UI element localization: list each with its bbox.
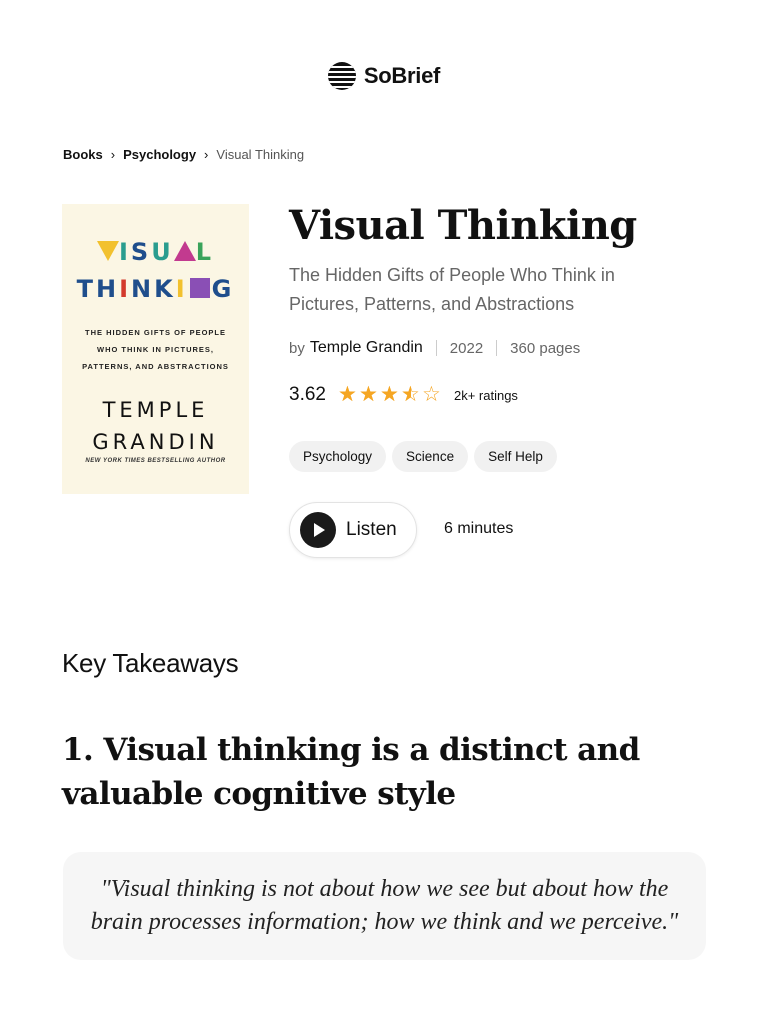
publication-year: 2022 <box>449 339 484 357</box>
chevron-right-icon: › <box>204 147 209 162</box>
star-rating: ☆★☆★☆★☆★☆★ <box>337 383 442 406</box>
book-byline: by Temple Grandin 2022 360 pages <box>289 339 580 357</box>
tag-science[interactable]: Science <box>392 441 469 472</box>
rating-row: 3.62 ☆★☆★☆★☆★☆★ 2k+ ratings <box>289 384 518 406</box>
book-cover: ISU L THINKI G THE HIDDEN GIFTS OF PEOPLE … <box>62 204 249 494</box>
cover-title-line-2: THINKI G <box>76 275 235 303</box>
star-icon: ☆★ <box>358 383 378 406</box>
listen-label: Listen <box>346 519 397 540</box>
by-label: by <box>289 339 305 357</box>
cover-triangle-down-icon <box>96 241 119 261</box>
cover-tagline: NEW YORK TIMES BESTSELLING AUTHOR <box>85 458 226 464</box>
breadcrumb-psychology[interactable]: Psychology <box>123 147 196 162</box>
tag-psychology[interactable]: Psychology <box>289 441 387 472</box>
listen-button[interactable]: Listen <box>289 502 417 558</box>
quote-text: "Visual thinking is not about how we see… <box>90 876 679 935</box>
takeaway-title: 1. Visual thinking is a distinct and val… <box>62 732 640 812</box>
takeaway-quote: "Visual thinking is not about how we see… <box>63 852 706 960</box>
divider <box>435 340 437 356</box>
star-icon: ☆★ <box>421 383 441 406</box>
star-icon: ☆★ <box>379 383 399 406</box>
cover-triangle-up-icon <box>173 241 196 261</box>
key-takeaways-heading: Key Takeaways <box>62 648 239 678</box>
star-icon: ☆★ <box>337 383 357 406</box>
breadcrumb-current: Visual Thinking <box>216 147 305 162</box>
ratings-count: 2k+ ratings <box>453 387 518 403</box>
page-count: 360 pages <box>510 339 581 357</box>
rating-value: 3.62 <box>289 384 326 405</box>
star-icon: ☆★ <box>400 383 420 406</box>
divider <box>496 340 498 356</box>
cover-square-icon <box>189 278 210 298</box>
play-icon <box>300 512 336 548</box>
audio-duration: 6 minutes <box>444 520 514 537</box>
cover-author: TEMPLE GRANDIN <box>92 398 219 454</box>
brand-name[interactable]: SoBrief <box>364 63 440 89</box>
tag-self-help[interactable]: Self Help <box>474 441 557 472</box>
genre-tags: Psychology Science Self Help <box>289 441 557 472</box>
site-header: SoBrief <box>0 62 768 90</box>
book-subtitle: The Hidden Gifts of People Who Think in … <box>289 265 615 314</box>
chevron-right-icon: › <box>110 147 116 162</box>
book-title: Visual Thinking <box>289 202 637 249</box>
sobrief-logo-icon[interactable] <box>327 62 356 90</box>
breadcrumb: Books › Psychology › Visual Thinking <box>63 147 304 162</box>
cover-subtitle: THE HIDDEN GIFTS OF PEOPLE WHO THINK IN … <box>82 328 229 371</box>
author-link[interactable]: Temple Grandin <box>310 339 423 357</box>
breadcrumb-books[interactable]: Books <box>63 147 103 162</box>
cover-title-line-1: ISU L <box>62 238 249 266</box>
